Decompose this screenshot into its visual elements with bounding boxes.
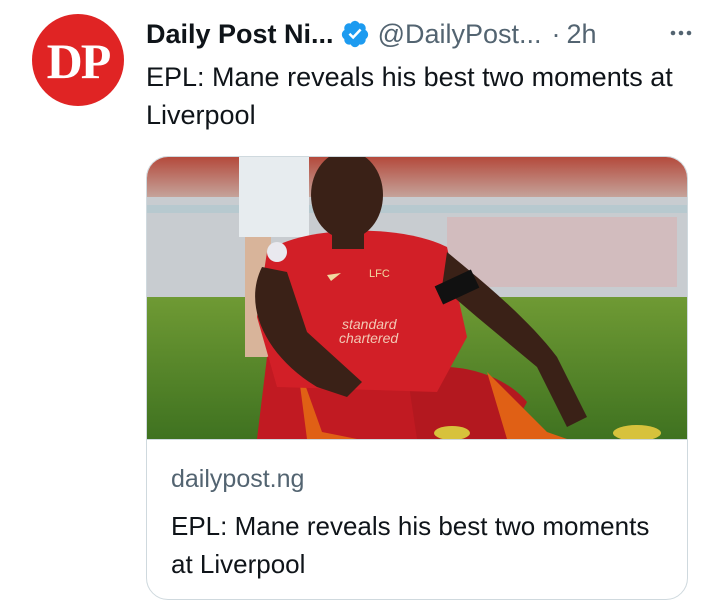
separator-dot: ·: [551, 18, 561, 49]
card-domain[interactable]: dailypost.ng: [171, 465, 304, 494]
author-name[interactable]: Daily Post Ni...: [146, 19, 334, 50]
tweet-header: Daily Post Ni... @DailyPost... · 2h: [146, 14, 694, 54]
sponsor-line-2: chartered: [339, 330, 399, 346]
more-dots-icon[interactable]: [668, 20, 694, 46]
avatar-logo-text: DP: [46, 33, 112, 89]
tweet-text: EPL: Mane reveals his best two moments a…: [146, 62, 673, 130]
verified-badge-icon: [341, 20, 368, 48]
crest-text: LFC: [369, 268, 390, 280]
link-card[interactable]: LFC standard chartered dailypost.ng EPL:…: [146, 156, 688, 600]
card-title[interactable]: EPL: Mane reveals his best two moments a…: [171, 507, 671, 583]
card-divider: [147, 439, 687, 440]
avatar[interactable]: DP: [32, 14, 124, 106]
tweet-timestamp[interactable]: 2h: [567, 19, 597, 50]
author-handle[interactable]: @DailyPost...: [378, 19, 542, 50]
card-image[interactable]: LFC standard chartered: [147, 157, 687, 439]
